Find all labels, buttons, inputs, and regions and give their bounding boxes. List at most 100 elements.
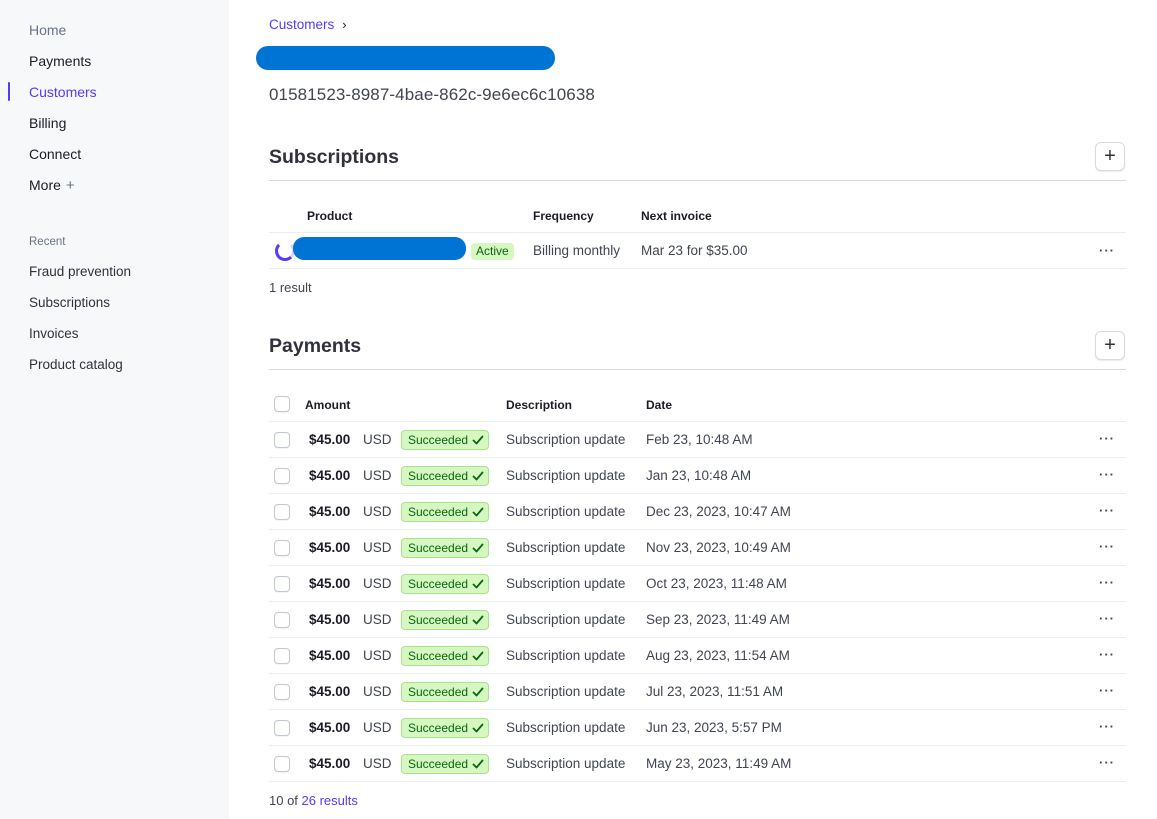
redacted-product-name[interactable] [293, 237, 466, 260]
recent-item-product-catalog[interactable]: Product catalog [29, 355, 123, 375]
column-header-date[interactable]: Date [646, 398, 672, 412]
nav-item-home[interactable]: Home [29, 20, 66, 40]
row-checkbox[interactable] [274, 540, 290, 556]
nav-item-payments[interactable]: Payments [29, 51, 91, 71]
chevron-right-icon: › [342, 17, 347, 32]
payment-amount: $45.00 [309, 432, 351, 447]
recent-item-fraud-prevention[interactable]: Fraud prevention [29, 262, 131, 282]
payment-date: Jan 23, 10:48 AM [646, 468, 752, 483]
more-actions-icon[interactable]: ··· [1099, 683, 1115, 698]
nav-item-billing[interactable]: Billing [29, 113, 66, 133]
divider [269, 457, 1126, 458]
payment-amount: $45.00 [309, 648, 351, 663]
row-checkbox[interactable] [274, 612, 290, 628]
status-badge: Succeeded [401, 646, 490, 666]
checkmark-icon [472, 615, 484, 625]
status-badge: Succeeded [401, 682, 490, 702]
payments-result-count: 10 of 26 results [269, 793, 358, 808]
divider [269, 529, 1126, 530]
payment-amount: $45.00 [309, 576, 351, 591]
checkmark-icon [472, 507, 484, 517]
row-checkbox[interactable] [274, 576, 290, 592]
row-checkbox[interactable] [274, 720, 290, 736]
payment-date: Aug 23, 2023, 11:54 AM [646, 648, 790, 663]
status-badge-label: Succeeded [408, 577, 469, 591]
add-subscription-button[interactable]: + [1095, 142, 1125, 171]
status-badge: Succeeded [401, 466, 490, 486]
more-actions-icon[interactable]: ··· [1099, 575, 1115, 590]
plus-icon: + [65, 177, 75, 194]
divider [269, 268, 1126, 269]
status-badge: Succeeded [401, 754, 490, 774]
more-actions-icon[interactable]: ··· [1099, 611, 1115, 626]
payment-amount: $45.00 [309, 468, 351, 483]
checkmark-icon [472, 579, 484, 589]
more-actions-icon[interactable]: ··· [1099, 647, 1115, 662]
row-checkbox[interactable] [274, 468, 290, 484]
column-header-amount[interactable]: Amount [305, 398, 350, 412]
payment-amount: $45.00 [309, 612, 351, 627]
payment-currency: USD [363, 504, 392, 519]
column-header-frequency[interactable]: Frequency [533, 209, 594, 223]
nav-item-more[interactable]: More + [29, 175, 75, 195]
divider [269, 180, 1126, 181]
recent-item-subscriptions[interactable]: Subscriptions [29, 293, 110, 313]
status-badge-label: Succeeded [408, 541, 469, 555]
checkmark-icon [472, 471, 484, 481]
payments-title: Payments [269, 335, 362, 357]
payment-amount: $45.00 [309, 504, 351, 519]
status-badge: Succeeded [401, 502, 490, 522]
divider [269, 745, 1126, 746]
column-header-product[interactable]: Product [307, 209, 352, 223]
column-header-next-invoice[interactable]: Next invoice [641, 209, 712, 223]
more-actions-icon[interactable]: ··· [1099, 243, 1115, 258]
more-actions-icon[interactable]: ··· [1099, 539, 1115, 554]
more-actions-icon[interactable]: ··· [1099, 755, 1115, 770]
more-actions-icon[interactable]: ··· [1099, 467, 1115, 482]
payment-description: Subscription update [506, 540, 626, 555]
payment-date: Jul 23, 2023, 11:51 AM [646, 684, 784, 699]
row-checkbox[interactable] [274, 648, 290, 664]
payments-results-link[interactable]: 26 results [302, 793, 358, 808]
payment-date: Jun 23, 2023, 5:57 PM [646, 720, 782, 735]
payments-result-prefix: 10 of [269, 793, 302, 808]
row-checkbox[interactable] [274, 432, 290, 448]
column-header-description[interactable]: Description [506, 398, 572, 412]
plus-icon: + [1104, 145, 1116, 167]
select-all-checkbox[interactable] [274, 396, 290, 412]
payment-date: Oct 23, 2023, 11:48 AM [646, 576, 787, 591]
subscriptions-title: Subscriptions [269, 146, 400, 168]
payment-description: Subscription update [506, 612, 626, 627]
payment-description: Subscription update [506, 648, 626, 663]
more-actions-icon[interactable]: ··· [1099, 719, 1115, 734]
status-badge-label: Succeeded [408, 685, 469, 699]
row-checkbox[interactable] [274, 756, 290, 772]
nav-item-more-label: More [29, 177, 61, 193]
status-badge-label: Succeeded [408, 721, 469, 735]
payment-amount: $45.00 [309, 720, 351, 735]
payment-date: Dec 23, 2023, 10:47 AM [646, 504, 791, 519]
more-actions-icon[interactable]: ··· [1099, 431, 1115, 446]
breadcrumb-customers-link[interactable]: Customers [269, 17, 334, 32]
more-actions-icon[interactable]: ··· [1099, 503, 1115, 518]
checkmark-icon [472, 435, 484, 445]
row-checkbox[interactable] [274, 504, 290, 520]
customer-id: 01581523-8987-4bae-862c-9e6ec6c10638 [269, 85, 595, 104]
divider [269, 673, 1126, 674]
nav-active-indicator [8, 82, 10, 101]
payment-currency: USD [363, 540, 392, 555]
checkmark-icon [472, 759, 484, 769]
recent-item-invoices[interactable]: Invoices [29, 324, 79, 344]
nav-item-connect[interactable]: Connect [29, 144, 81, 164]
status-badge-label: Succeeded [408, 505, 469, 519]
payment-currency: USD [363, 468, 392, 483]
payment-currency: USD [363, 432, 392, 447]
nav-item-customers[interactable]: Customers [29, 82, 97, 102]
status-badge: Succeeded [401, 538, 490, 558]
payment-description: Subscription update [506, 756, 626, 771]
add-payment-button[interactable]: + [1095, 331, 1125, 360]
checkmark-icon [472, 723, 484, 733]
divider [269, 493, 1126, 494]
row-checkbox[interactable] [274, 684, 290, 700]
payment-amount: $45.00 [309, 684, 351, 699]
